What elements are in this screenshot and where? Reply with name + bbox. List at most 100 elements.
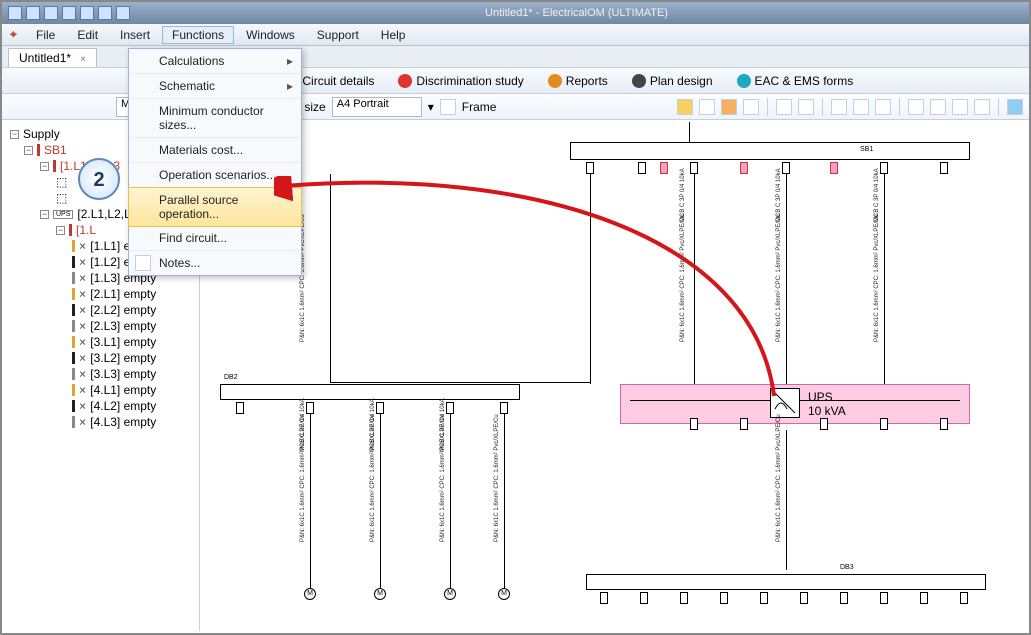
- breaker[interactable]: [446, 402, 454, 414]
- tab-plan-design[interactable]: Plan design: [623, 71, 722, 91]
- breaker[interactable]: [760, 592, 768, 604]
- breaker[interactable]: [920, 592, 928, 604]
- breaker[interactable]: [720, 592, 728, 604]
- breaker[interactable]: [690, 162, 698, 174]
- tree-empty[interactable]: [3.L3] empty: [90, 367, 156, 381]
- ups-symbol[interactable]: [770, 388, 800, 418]
- breaker[interactable]: [820, 418, 828, 430]
- breaker[interactable]: [940, 418, 948, 430]
- qat-icon[interactable]: [44, 6, 58, 20]
- busbar-db3[interactable]: [586, 574, 986, 590]
- breaker[interactable]: [880, 592, 888, 604]
- expand-icon[interactable]: −: [10, 130, 19, 139]
- frame-icon[interactable]: [440, 99, 456, 115]
- breaker[interactable]: [960, 592, 968, 604]
- breaker[interactable]: [880, 418, 888, 430]
- expand-icon[interactable]: −: [24, 146, 33, 155]
- schematic-canvas[interactable]: SB1 MCB C 3P 0/4 10kA MCB C 3P 0/4 10kA …: [200, 122, 1027, 631]
- tree-supply[interactable]: Supply: [23, 127, 60, 141]
- breaker[interactable]: [236, 402, 244, 414]
- tool-icon[interactable]: [875, 99, 891, 115]
- load-motor[interactable]: M: [498, 588, 510, 600]
- tool-icon[interactable]: [930, 99, 946, 115]
- busbar-sb1[interactable]: [570, 142, 970, 160]
- breaker[interactable]: [638, 162, 646, 174]
- tree-item[interactable]: ⬚: [56, 175, 67, 189]
- tree-empty[interactable]: [3.L2] empty: [90, 351, 156, 365]
- breaker[interactable]: [690, 418, 698, 430]
- qat-icon[interactable]: [80, 6, 94, 20]
- expand-icon[interactable]: −: [56, 226, 65, 235]
- tree-empty[interactable]: [2.L2] empty: [90, 303, 156, 317]
- tree-item[interactable]: ⬚: [56, 191, 67, 205]
- menu-functions[interactable]: Functions: [162, 26, 234, 44]
- qat-icon[interactable]: [62, 6, 76, 20]
- breaker[interactable]: [800, 592, 808, 604]
- menu-calculations[interactable]: Calculations: [129, 49, 301, 74]
- breaker[interactable]: [640, 592, 648, 604]
- tab-reports[interactable]: Reports: [539, 71, 617, 91]
- menu-support[interactable]: Support: [307, 26, 369, 44]
- tree-empty[interactable]: [4.L2] empty: [90, 399, 156, 413]
- document-tab[interactable]: Untitled1* ×: [8, 48, 97, 67]
- tool-icon[interactable]: [831, 99, 847, 115]
- tool-icon[interactable]: [776, 99, 792, 115]
- combo-dropdown-icon[interactable]: ▾: [428, 100, 434, 114]
- tool-icon[interactable]: [677, 99, 693, 115]
- tool-icon[interactable]: [952, 99, 968, 115]
- breaker[interactable]: [830, 162, 838, 174]
- tree-empty[interactable]: [4.L1] empty: [90, 383, 156, 397]
- tree-empty[interactable]: [3.L1] empty: [90, 335, 156, 349]
- menu-operation-scenarios[interactable]: Operation scenarios...: [129, 163, 301, 188]
- qat-icon[interactable]: [98, 6, 112, 20]
- close-icon[interactable]: ×: [80, 54, 86, 65]
- tree-empty[interactable]: [2.L1] empty: [90, 287, 156, 301]
- menu-insert[interactable]: Insert: [110, 26, 160, 44]
- breaker[interactable]: [586, 162, 594, 174]
- tool-icon[interactable]: [1007, 99, 1023, 115]
- tool-icon[interactable]: [853, 99, 869, 115]
- menu-notes[interactable]: Notes...: [129, 251, 301, 275]
- breaker[interactable]: [376, 402, 384, 414]
- menu-help[interactable]: Help: [371, 26, 416, 44]
- breaker[interactable]: [680, 592, 688, 604]
- menu-parallel-source-operation[interactable]: Parallel source operation...: [128, 187, 302, 227]
- tool-icon[interactable]: [743, 99, 759, 115]
- tool-icon[interactable]: [974, 99, 990, 115]
- tree-sub[interactable]: [1.L: [76, 223, 96, 237]
- menu-edit[interactable]: Edit: [67, 26, 108, 44]
- menu-min-conductor-sizes[interactable]: Minimum conductor sizes...: [129, 99, 301, 138]
- qat-icon[interactable]: [116, 6, 130, 20]
- breaker[interactable]: [782, 162, 790, 174]
- page-size-combo[interactable]: A4 Portrait: [332, 97, 422, 117]
- refresh-icon[interactable]: [721, 99, 737, 115]
- app-icon[interactable]: ⌖: [6, 25, 24, 44]
- qat-icon[interactable]: [8, 6, 22, 20]
- breaker[interactable]: [740, 162, 748, 174]
- tree-empty[interactable]: [4.L3] empty: [90, 415, 156, 429]
- tool-icon[interactable]: [699, 99, 715, 115]
- breaker[interactable]: [306, 402, 314, 414]
- load-motor[interactable]: M: [304, 588, 316, 600]
- tab-discrimination[interactable]: Discrimination study: [389, 71, 532, 91]
- menu-find-circuit[interactable]: Find circuit...: [129, 226, 301, 251]
- load-motor[interactable]: M: [374, 588, 386, 600]
- menu-materials-cost[interactable]: Materials cost...: [129, 138, 301, 163]
- menu-file[interactable]: File: [26, 26, 65, 44]
- breaker[interactable]: [840, 592, 848, 604]
- breaker[interactable]: [740, 418, 748, 430]
- breaker[interactable]: [660, 162, 668, 174]
- tree-sb1[interactable]: SB1: [44, 143, 67, 157]
- breaker[interactable]: [940, 162, 948, 174]
- tab-eac-ems[interactable]: EAC & EMS forms: [728, 71, 863, 91]
- tree-empty[interactable]: [2.L3] empty: [90, 319, 156, 333]
- tool-icon[interactable]: [908, 99, 924, 115]
- qat-icon[interactable]: [26, 6, 40, 20]
- menu-windows[interactable]: Windows: [236, 26, 305, 44]
- expand-icon[interactable]: −: [40, 210, 49, 219]
- breaker[interactable]: [500, 402, 508, 414]
- expand-icon[interactable]: −: [40, 162, 49, 171]
- breaker[interactable]: [600, 592, 608, 604]
- tool-icon[interactable]: [798, 99, 814, 115]
- menu-schematic[interactable]: Schematic: [129, 74, 301, 99]
